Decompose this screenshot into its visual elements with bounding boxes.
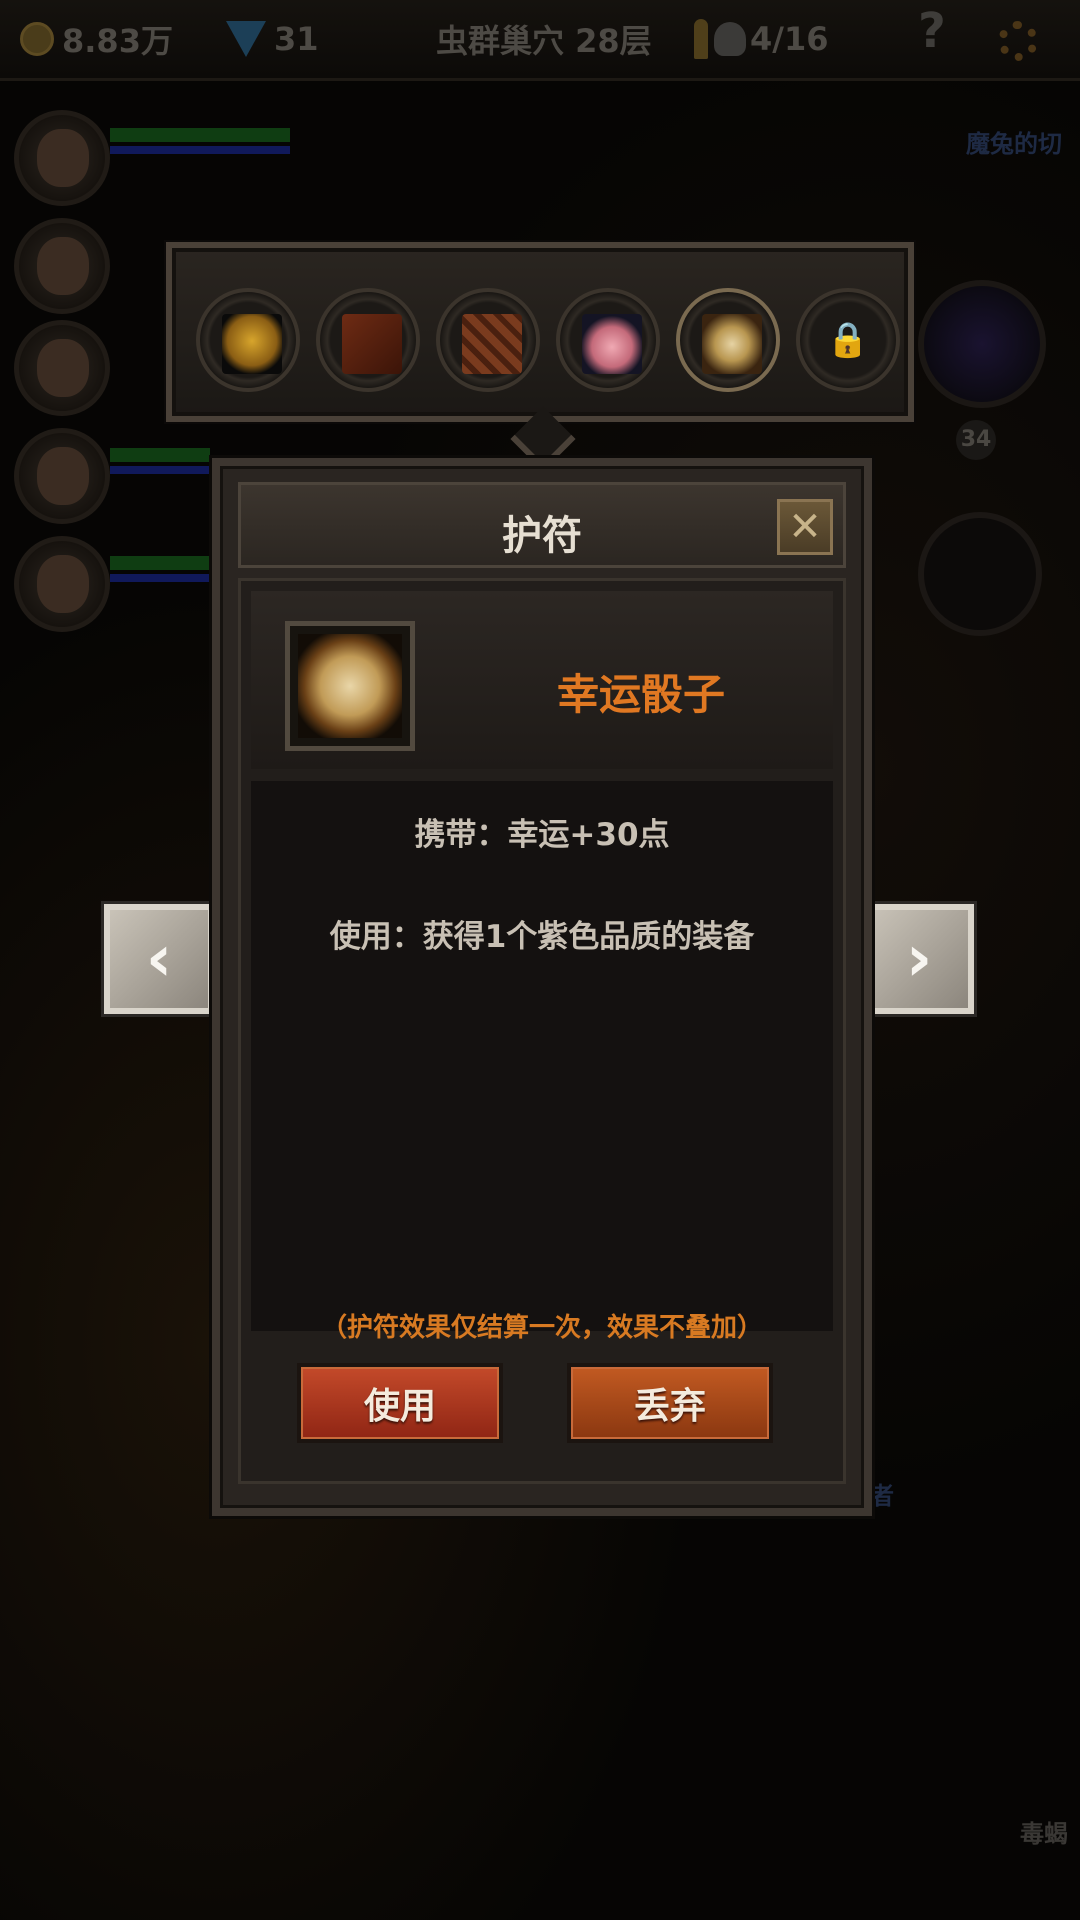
next-amulet-button[interactable]: › bbox=[864, 904, 974, 1014]
gold-counter: 8.83万 bbox=[20, 16, 173, 62]
lucky-dice-icon bbox=[298, 634, 402, 738]
settings-button[interactable] bbox=[998, 18, 1038, 64]
hero-4-hp-bar bbox=[110, 448, 210, 462]
book-icon bbox=[342, 314, 402, 374]
hero-5-mp-bar bbox=[110, 574, 210, 582]
settlement-note: （护符效果仅结算一次，效果不叠加） bbox=[320, 1313, 763, 1343]
previous-amulet-button[interactable]: ‹ bbox=[104, 904, 214, 1014]
dungeon-floor-label: 虫群巢穴 28层 bbox=[436, 22, 652, 60]
hero-1-hp-bar bbox=[110, 128, 290, 142]
kill-count: 4/16 bbox=[750, 20, 829, 58]
amulet-slot-4[interactable] bbox=[556, 288, 660, 392]
dialog-title: 护符 bbox=[502, 513, 582, 559]
enemy-name-label-bottom: 毒蝎 bbox=[1020, 1820, 1068, 1848]
discard-button[interactable]: 丢弃 bbox=[567, 1363, 773, 1443]
hero-portrait-3[interactable] bbox=[14, 320, 110, 416]
use-button[interactable]: 使用 bbox=[297, 1363, 503, 1443]
gem-amount: 31 bbox=[274, 20, 319, 58]
use-effect-text: 使用：获得1个紫色品质的装备 bbox=[329, 919, 755, 955]
dialog-body: 幸运骰子 携带：幸运+30点 使用：获得1个紫色品质的装备 （护符效果仅结算一次… bbox=[238, 578, 846, 1484]
hero-4-mp-bar bbox=[110, 466, 210, 474]
bell-icon bbox=[222, 314, 282, 374]
scale-icon bbox=[462, 314, 522, 374]
item-summary: 幸运骰子 bbox=[251, 591, 833, 769]
amulet-slot-2[interactable] bbox=[316, 288, 420, 392]
hero-portrait-5[interactable] bbox=[14, 536, 110, 632]
skull-icon bbox=[714, 22, 746, 56]
hero-5-hp-bar bbox=[110, 556, 210, 570]
skill-socket[interactable] bbox=[918, 512, 1042, 636]
amulet-detail-dialog: 护符 ✕ 幸运骰子 携带：幸运+30点 使用：获得1个紫色品质的装备 （护符效果… bbox=[212, 458, 872, 1516]
hero-1-mp-bar bbox=[110, 146, 290, 154]
amulet-slot-5[interactable] bbox=[676, 288, 780, 392]
amulet-slot-locked[interactable]: 🔒 bbox=[796, 288, 900, 392]
key-icon bbox=[694, 19, 708, 59]
dice-icon bbox=[702, 314, 762, 374]
carry-effect-text: 携带：幸运+30点 bbox=[414, 817, 670, 853]
dialog-header: 护符 ✕ bbox=[238, 482, 846, 568]
item-icon-frame bbox=[285, 621, 415, 751]
gold-coin-icon bbox=[20, 22, 54, 56]
item-name: 幸运骰子 bbox=[556, 670, 725, 719]
hero-portrait-2[interactable] bbox=[14, 218, 110, 314]
hero-portrait-1[interactable] bbox=[14, 110, 110, 206]
amulet-slot-1[interactable] bbox=[196, 288, 300, 392]
boss-level-badge: 34 bbox=[956, 420, 996, 460]
enemy-name-label-mid: 者 bbox=[870, 1482, 894, 1510]
boss-portrait[interactable] bbox=[918, 280, 1046, 408]
lock-icon: 🔒 bbox=[826, 320, 870, 360]
piggy-bank-icon bbox=[582, 314, 642, 374]
gold-amount: 8.83万 bbox=[62, 22, 173, 60]
item-description-panel: 携带：幸运+30点 使用：获得1个紫色品质的装备 （护符效果仅结算一次，效果不叠… bbox=[251, 781, 833, 1343]
kill-counter: 4/16 bbox=[694, 16, 828, 62]
amulet-slot-3[interactable] bbox=[436, 288, 540, 392]
diamond-icon bbox=[226, 21, 266, 57]
amulet-slot-bar: 🔒 bbox=[166, 242, 914, 422]
close-button[interactable]: ✕ bbox=[777, 499, 833, 555]
enemy-name-label-top: 魔兔的切 bbox=[966, 130, 1062, 158]
gear-icon bbox=[998, 21, 1038, 61]
help-button[interactable]: ? bbox=[918, 3, 946, 59]
gem-counter: 31 bbox=[226, 16, 319, 62]
top-status-bar: 8.83万 31 虫群巢穴 28层 4/16 ? bbox=[0, 0, 1080, 81]
hero-portrait-4[interactable] bbox=[14, 428, 110, 524]
